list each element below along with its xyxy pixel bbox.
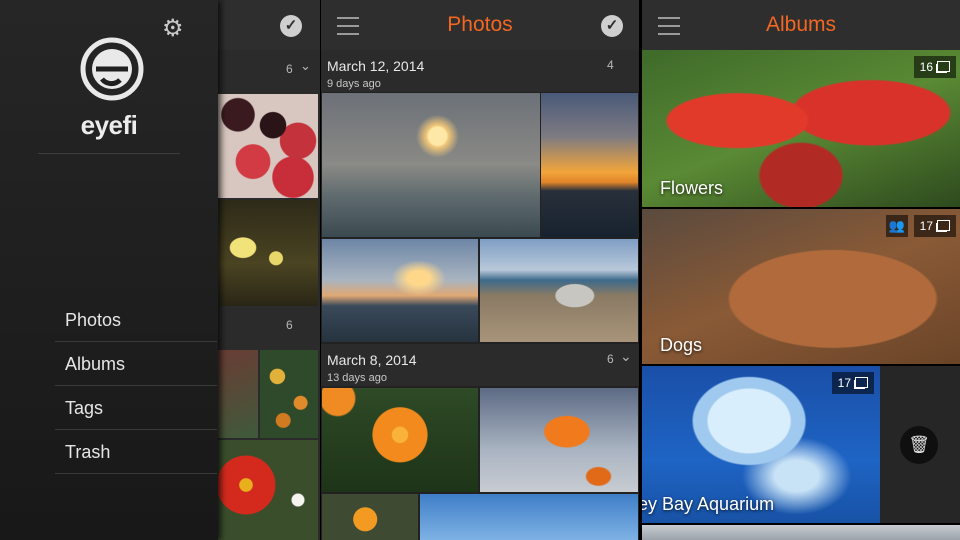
album-name: Dogs	[660, 335, 703, 355]
menu-item-label: Tags	[65, 398, 104, 418]
divider	[38, 153, 180, 154]
album-dogs[interactable]: 👥 17 Dogs	[642, 209, 960, 364]
album-count: 17	[919, 219, 933, 233]
navigation-drawer: ⚙ eyefi Photos Albums Tags Trash	[0, 0, 218, 540]
album-count-badge: 17	[831, 372, 874, 394]
photos-underlay: ✓ 6 ⌄ 6	[218, 0, 320, 540]
date-section-header: March 12, 2014 9 days ago 4	[321, 50, 639, 92]
menu-item-label: Trash	[65, 442, 111, 462]
menu-item-label: Albums	[65, 354, 126, 374]
menu-item-photos[interactable]: Photos	[55, 299, 217, 342]
sunset-photo[interactable]	[322, 93, 540, 237]
yellow-flower-photo[interactable]	[218, 200, 318, 306]
albums-header: Albums	[642, 0, 960, 50]
section-relative-date: 13 days ago	[327, 372, 387, 384]
album-aquarium[interactable]: 17 ey Bay Aquarium	[642, 366, 880, 523]
orange-poppy-photo[interactable]	[322, 388, 478, 492]
underlay-count: 6	[286, 318, 293, 332]
album-count: 17	[837, 376, 851, 390]
section-relative-date: 9 days ago	[327, 78, 381, 90]
marigold-photo[interactable]	[260, 350, 318, 438]
poppy-sky-photo[interactable]	[480, 388, 638, 492]
photos-header: Photos ✓	[321, 0, 639, 50]
menu-item-tags[interactable]: Tags	[55, 387, 217, 430]
eyefi-logo-icon	[80, 37, 144, 101]
select-check-icon[interactable]: ✓	[280, 15, 302, 37]
menu-screen: ✓ 6 ⌄ 6 ⚙ eyefi Photos Albums Tags Trash	[0, 0, 320, 540]
album-swipe-actions: 🗑	[880, 366, 960, 523]
flower-photo[interactable]	[322, 494, 418, 540]
chevron-down-icon[interactable]: ⌄	[620, 348, 632, 365]
album-name: ey Bay Aquarium	[642, 494, 775, 514]
island-sunset-photo[interactable]	[541, 93, 638, 237]
section-date: March 12, 2014	[327, 58, 425, 74]
shared-people-icon: 👥	[886, 215, 908, 237]
page-title: Photos	[447, 13, 513, 36]
underlay-count: 6	[286, 62, 293, 76]
underlay-header: ✓	[218, 0, 320, 50]
album-count-badge: 17	[913, 215, 956, 237]
chevron-down-icon[interactable]: ⌄	[300, 58, 311, 74]
photo-stack-icon	[855, 377, 868, 389]
album-count: 16	[919, 60, 933, 74]
garden-photo[interactable]	[218, 350, 258, 438]
album-count-badge: 16	[913, 56, 956, 78]
brand-name: eyefi	[80, 110, 138, 140]
trash-icon[interactable]: 🗑	[900, 426, 938, 464]
section-date: March 8, 2014	[327, 352, 417, 368]
underlay-section-2: 6	[218, 306, 320, 348]
album-flowers[interactable]: 16 Flowers	[642, 50, 960, 207]
menu-item-albums[interactable]: Albums	[55, 343, 217, 386]
photo-stack-icon	[937, 61, 950, 73]
page-title: Albums	[765, 13, 837, 36]
poppy-photo[interactable]	[218, 440, 318, 540]
album-name: Flowers	[660, 178, 724, 198]
album-next[interactable]	[642, 525, 960, 540]
stacked-stones-photo[interactable]	[480, 239, 638, 342]
gear-icon[interactable]: ⚙	[162, 14, 184, 43]
sky-photo[interactable]	[420, 494, 638, 540]
underlay-section: 6 ⌄	[218, 50, 320, 92]
berries-photo[interactable]	[218, 94, 318, 198]
menu-item-trash[interactable]: Trash	[55, 431, 217, 474]
select-check-icon[interactable]: ✓	[601, 15, 623, 37]
menu-item-label: Photos	[65, 310, 122, 330]
section-photo-count: 6	[607, 352, 614, 366]
sailboat-photo[interactable]	[322, 239, 478, 342]
section-photo-count: 4	[607, 58, 614, 72]
photos-screen: Photos ✓ March 12, 2014 9 days ago 4 Mar…	[321, 0, 639, 540]
photo-stack-icon	[937, 220, 950, 232]
date-section-header: March 8, 2014 13 days ago 6 ⌄	[321, 344, 639, 386]
